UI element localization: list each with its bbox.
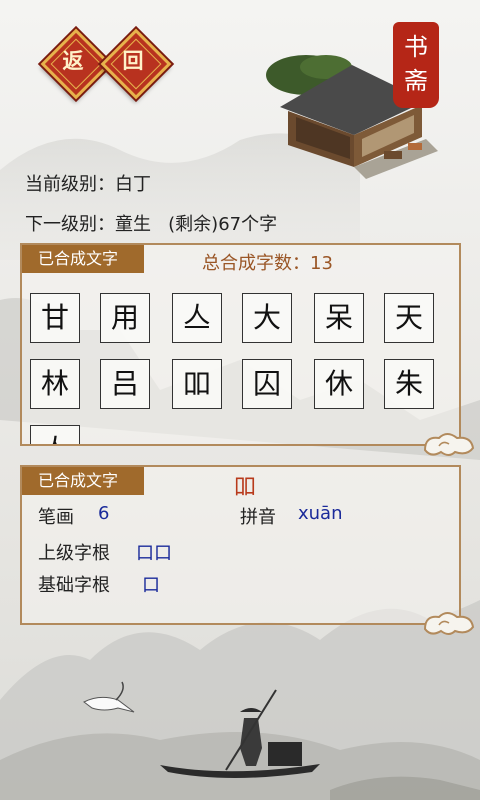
base-root-value: 口 bbox=[142, 575, 160, 596]
char-grid: 甘用亼大呆天林吕吅囚休朱亼 bbox=[22, 245, 459, 444]
char-cell[interactable]: 吅 bbox=[172, 359, 222, 409]
study-seal-badge: 书斋 bbox=[393, 22, 439, 108]
char-cell[interactable]: 用 bbox=[100, 293, 150, 343]
selected-char: 吅 bbox=[234, 475, 257, 500]
char-cell[interactable]: 天 bbox=[384, 293, 434, 343]
char-cell[interactable]: 呆 bbox=[314, 293, 364, 343]
char-cell[interactable]: 甘 bbox=[30, 293, 80, 343]
cloud-ornament-icon bbox=[423, 612, 475, 635]
char-cell[interactable]: 吕 bbox=[100, 359, 150, 409]
composed-chars-panel: 已合成文字 总合成字数：13 甘用亼大呆天林吕吅囚休朱亼 bbox=[20, 243, 475, 456]
char-detail-panel: 已合成文字 吅 笔画 6 拼音 xuān 上级字根 口口 基础字根 口 bbox=[20, 465, 475, 635]
current-level-text: 当前级别：白丁 bbox=[25, 174, 151, 195]
back-button-left[interactable]: 返 bbox=[40, 28, 112, 100]
base-root-label: 基础字根 bbox=[38, 575, 110, 596]
cloud-ornament-icon bbox=[423, 433, 475, 456]
upper-root-value: 口口 bbox=[136, 543, 172, 564]
char-cell[interactable]: 朱 bbox=[384, 359, 434, 409]
stroke-label: 笔画 bbox=[38, 507, 74, 528]
stroke-value: 6 bbox=[98, 503, 110, 524]
back-button-right[interactable]: 回 bbox=[100, 28, 172, 100]
char-cell[interactable]: 亼 bbox=[172, 293, 222, 343]
char-cell[interactable]: 休 bbox=[314, 359, 364, 409]
char-cell[interactable]: 大 bbox=[242, 293, 292, 343]
char-cell[interactable]: 囚 bbox=[242, 359, 292, 409]
pinyin-value: xuān bbox=[298, 503, 343, 524]
char-cell[interactable]: 亼 bbox=[30, 425, 80, 444]
back-label-1: 返 bbox=[62, 48, 84, 73]
pinyin-label: 拼音 bbox=[240, 507, 276, 528]
detail-tag: 已合成文字 bbox=[22, 467, 145, 495]
back-label-2: 回 bbox=[122, 48, 144, 73]
next-level-text: 下一级别：童生 (剩余)67个字 bbox=[25, 214, 278, 235]
upper-root-label: 上级字根 bbox=[38, 543, 110, 564]
char-cell[interactable]: 林 bbox=[30, 359, 80, 409]
